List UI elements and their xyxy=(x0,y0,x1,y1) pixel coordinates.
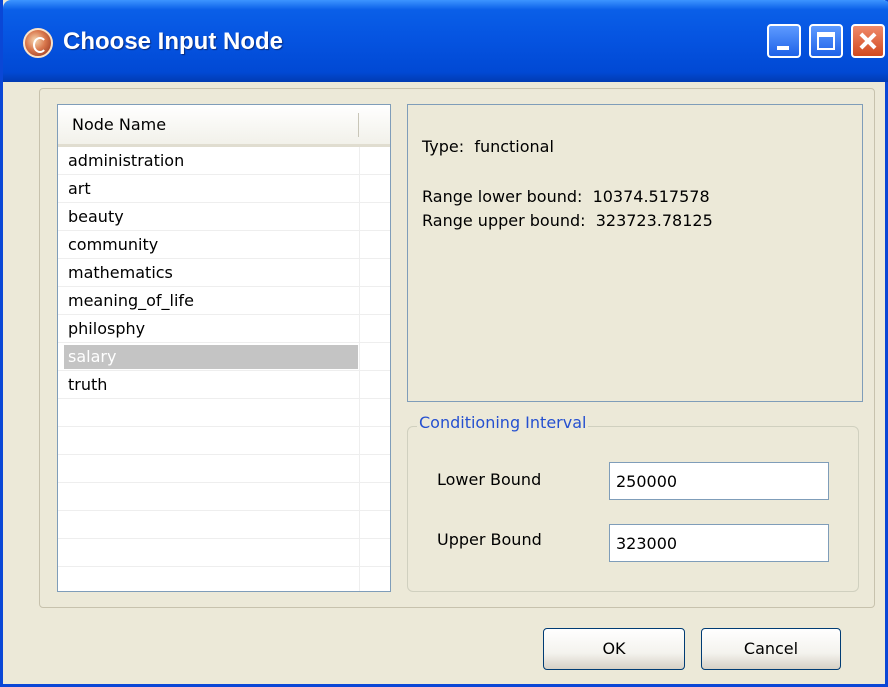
node-name-cell xyxy=(68,401,358,425)
node-name-cell: community xyxy=(68,235,159,254)
table-row-empty[interactable] xyxy=(58,399,390,427)
node-name-cell xyxy=(68,513,358,537)
table-row-empty[interactable] xyxy=(58,539,390,567)
node-table[interactable]: Node Name administration art beauty comm… xyxy=(57,104,391,592)
table-row-empty[interactable] xyxy=(58,483,390,511)
node-type-text: Type: functional xyxy=(422,137,554,156)
lower-bound-label: Lower Bound xyxy=(437,470,542,489)
table-row-empty[interactable] xyxy=(58,567,390,591)
cancel-button[interactable]: Cancel xyxy=(701,628,841,670)
table-row-selected[interactable]: salary xyxy=(58,343,390,371)
node-name-cell xyxy=(68,485,358,509)
table-row-empty[interactable] xyxy=(58,427,390,455)
app-icon xyxy=(23,28,53,58)
node-name-cell: art xyxy=(68,179,91,198)
conditioning-interval-group xyxy=(407,426,859,592)
column-gridline xyxy=(359,147,360,591)
table-row[interactable]: meaning_of_life xyxy=(58,287,390,315)
node-name-cell xyxy=(68,541,358,565)
column-separator[interactable] xyxy=(358,113,359,137)
table-row-empty[interactable] xyxy=(58,511,390,539)
node-name-cell: administration xyxy=(68,151,185,170)
node-name-cell: beauty xyxy=(68,207,124,226)
ok-button[interactable]: OK xyxy=(543,628,685,670)
table-row[interactable]: art xyxy=(58,175,390,203)
node-name-cell: philosphy xyxy=(68,319,146,338)
node-name-cell xyxy=(68,569,358,591)
node-name-cell: salary xyxy=(64,345,358,369)
close-button[interactable] xyxy=(851,24,885,58)
table-row[interactable]: beauty xyxy=(58,203,390,231)
table-row[interactable]: truth xyxy=(58,371,390,399)
table-row-empty[interactable] xyxy=(58,455,390,483)
title-bar[interactable]: Choose Input Node xyxy=(3,0,888,82)
range-upper-bound-text: Range upper bound: 323723.78125 xyxy=(422,211,713,230)
table-header[interactable]: Node Name xyxy=(58,105,390,147)
dialog-window: Choose Input Node Node Name administrati… xyxy=(0,0,888,687)
minimize-icon xyxy=(777,46,789,50)
maximize-button[interactable] xyxy=(809,24,843,58)
column-header-node-name[interactable]: Node Name xyxy=(72,115,166,134)
table-rows: administration art beauty community math… xyxy=(58,147,390,591)
conditioning-interval-legend: Conditioning Interval xyxy=(417,413,589,432)
maximize-icon xyxy=(817,32,835,50)
window-title: Choose Input Node xyxy=(63,28,283,55)
minimize-button[interactable] xyxy=(767,24,801,58)
upper-bound-label: Upper Bound xyxy=(437,530,542,549)
node-name-cell: meaning_of_life xyxy=(68,291,194,310)
node-name-cell xyxy=(68,429,358,453)
table-row[interactable]: mathematics xyxy=(58,259,390,287)
table-row[interactable]: community xyxy=(58,231,390,259)
range-lower-bound-text: Range lower bound: 10374.517578 xyxy=(422,187,710,206)
table-row[interactable]: administration xyxy=(58,147,390,175)
table-row[interactable]: philosphy xyxy=(58,315,390,343)
node-name-cell: truth xyxy=(68,375,108,394)
lower-bound-input[interactable] xyxy=(609,462,829,500)
close-icon xyxy=(853,26,883,56)
node-info-panel: Type: functional Range lower bound: 1037… xyxy=(407,104,863,402)
node-name-cell: mathematics xyxy=(68,263,173,282)
upper-bound-input[interactable] xyxy=(609,524,829,562)
node-name-cell xyxy=(68,457,358,481)
